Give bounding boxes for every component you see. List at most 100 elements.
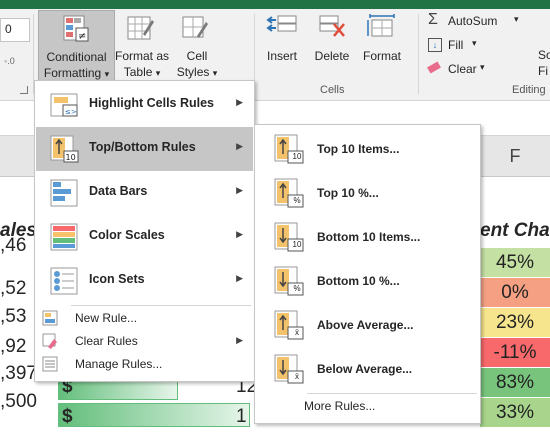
clear-rules-icon bbox=[42, 333, 57, 349]
clear-label: Clear bbox=[448, 62, 477, 76]
autosum-label: AutoSum bbox=[448, 14, 498, 28]
eraser-icon bbox=[427, 61, 441, 74]
submenu-arrow-icon: ▶ bbox=[236, 273, 243, 283]
cell-styles-icon bbox=[182, 16, 208, 38]
insert-button[interactable]: Insert bbox=[262, 12, 302, 72]
chevron-down-icon: ▾ bbox=[472, 38, 477, 48]
rule-badge: x̄ bbox=[295, 372, 299, 381]
top-bottom-rules-submenu: More Rules... 10 Top 10 Items...% Top 10 %… bbox=[254, 124, 481, 424]
highlight-cells-rules-icon: ≤> bbox=[50, 93, 78, 117]
svg-text:10: 10 bbox=[66, 153, 76, 162]
more-rules-label: More Rules... bbox=[304, 399, 376, 413]
rule-badge: % bbox=[293, 196, 301, 205]
submenu-arrow-icon: ▶ bbox=[236, 185, 243, 195]
data-bars-icon bbox=[50, 179, 78, 207]
manage-rules-icon bbox=[42, 356, 58, 372]
format-button[interactable]: Format bbox=[360, 12, 404, 72]
menu-item-label: New Rule... bbox=[75, 311, 138, 325]
menu-item-label: Data Bars bbox=[89, 184, 148, 198]
delete-button[interactable]: Delete bbox=[310, 12, 354, 72]
find-label-partial: Fi bbox=[538, 64, 548, 78]
menu-item-new-rule[interactable]: New Rule... bbox=[36, 307, 253, 329]
new-rule-icon bbox=[42, 310, 58, 326]
currency-cell[interactable]: $ bbox=[62, 395, 73, 438]
menu-item-top-bottom-rules[interactable]: 10 Top/Bottom Rules ▶ bbox=[36, 127, 253, 171]
chevron-down-icon: ▾ bbox=[212, 68, 218, 78]
chevron-down-icon: ▾ bbox=[155, 68, 161, 78]
percent-change-cell[interactable]: 45% bbox=[480, 248, 550, 278]
submenu-more-rules[interactable]: More Rules... bbox=[256, 395, 479, 419]
submenu-item-label: Top 10 %... bbox=[317, 186, 379, 200]
percent-change-cell[interactable]: 23% bbox=[480, 308, 550, 338]
menu-item-color-scales[interactable]: Color Scales ▶ bbox=[36, 215, 253, 259]
number-format-box[interactable]: 0 bbox=[0, 18, 30, 42]
editing-group-label: Editing bbox=[512, 84, 546, 96]
percent-change-cell[interactable]: 33% bbox=[480, 398, 550, 428]
submenu-item[interactable]: % Bottom 10 %... bbox=[256, 259, 479, 303]
submenu-item[interactable]: 10 Top 10 Items... bbox=[256, 127, 479, 171]
rule-badge: x̄ bbox=[295, 328, 299, 337]
menu-item-highlight-cells-rules[interactable]: ≤> Highlight Cells Rules ▶ bbox=[36, 83, 253, 127]
cell-styles-label-2: Styles bbox=[176, 65, 210, 79]
format-cells-icon bbox=[367, 14, 395, 37]
menu-item-label: Clear Rules bbox=[75, 334, 138, 348]
amount-cell[interactable]: 1 bbox=[236, 395, 247, 438]
menu-item-manage-rules[interactable]: Manage Rules... bbox=[36, 353, 253, 375]
submenu-item-label: Above Average... bbox=[317, 318, 414, 332]
menu-divider bbox=[71, 305, 251, 306]
submenu-divider bbox=[307, 393, 477, 394]
column-header-f[interactable]: F bbox=[480, 146, 550, 167]
autosum-button[interactable]: Σ AutoSum ▾ bbox=[428, 11, 528, 32]
rule-badge: 10 bbox=[292, 240, 302, 249]
submenu-item[interactable]: 10 Bottom 10 Items... bbox=[256, 215, 479, 259]
fill-down-icon: ↓ bbox=[428, 38, 442, 52]
insert-label: Insert bbox=[266, 49, 297, 63]
fill-label: Fill bbox=[448, 38, 464, 52]
conditional-formatting-icon: ≠ bbox=[63, 15, 89, 42]
submenu-item-label: Top 10 Items... bbox=[317, 142, 400, 156]
format-label: Format bbox=[362, 49, 401, 63]
menu-item-label: Highlight Cells Rules bbox=[89, 96, 215, 110]
submenu-arrow-icon: ▶ bbox=[236, 97, 243, 107]
delete-label: Delete bbox=[314, 49, 350, 63]
submenu-item-label: Bottom 10 %... bbox=[317, 274, 400, 288]
sales-value-cell[interactable]: ,46 bbox=[0, 224, 26, 267]
menu-item-label: Icon Sets bbox=[89, 272, 145, 286]
conditional-formatting-button[interactable]: ≠ Conditional Formatting ▾ bbox=[38, 10, 115, 82]
menu-item-icon-sets[interactable]: Icon Sets ▶ bbox=[36, 259, 253, 303]
dialog-launcher-icon[interactable] bbox=[20, 86, 28, 94]
number-small-icon[interactable]: ◦.0 bbox=[4, 56, 15, 66]
chevron-down-icon: ▾ bbox=[104, 69, 110, 79]
percent-change-cell[interactable]: 0% bbox=[480, 278, 550, 308]
title-bar-strip bbox=[0, 0, 550, 9]
format-as-table-icon bbox=[127, 16, 154, 40]
submenu-item[interactable]: % Top 10 %... bbox=[256, 171, 479, 215]
submenu-item[interactable]: x̄ Above Average... bbox=[256, 303, 479, 347]
chevron-down-icon: ▾ bbox=[480, 62, 485, 72]
submenu-arrow-icon: ▶ bbox=[236, 141, 243, 151]
menu-item-data-bars[interactable]: Data Bars ▶ bbox=[36, 171, 253, 215]
menu-item-label: Color Scales bbox=[89, 228, 165, 242]
menu-item-label: Manage Rules... bbox=[75, 357, 163, 371]
icon-sets-icon bbox=[50, 267, 78, 295]
menu-item-clear-rules[interactable]: Clear Rules ▶ bbox=[36, 330, 253, 352]
separator bbox=[418, 14, 419, 94]
sort-label-partial: So bbox=[538, 48, 550, 62]
cells-group-label: Cells bbox=[320, 84, 345, 96]
color-scales-icon bbox=[50, 223, 78, 251]
submenu-item-label: Bottom 10 Items... bbox=[317, 230, 421, 244]
format-as-table-label-2: Table bbox=[123, 65, 153, 79]
svg-text:≤>: ≤> bbox=[65, 108, 77, 116]
svg-text:≠: ≠ bbox=[78, 31, 86, 42]
cell-styles-button[interactable]: Cell Styles ▾ bbox=[172, 10, 222, 80]
clear-button[interactable]: Clear ▾ bbox=[427, 60, 498, 80]
sales-value-cell[interactable]: ,500 bbox=[0, 380, 37, 423]
sort-filter-button[interactable]: So Fi bbox=[538, 12, 550, 78]
percent-change-cell[interactable]: 83% bbox=[480, 368, 550, 398]
percent-change-cell[interactable]: -11% bbox=[480, 338, 550, 368]
submenu-item[interactable]: x̄ Below Average... bbox=[256, 347, 479, 391]
header-cell-change[interactable]: ent Cha bbox=[480, 216, 550, 246]
submenu-arrow-icon: ▶ bbox=[236, 229, 243, 239]
format-as-table-button[interactable]: Format as Table ▾ bbox=[114, 10, 170, 80]
fill-button[interactable]: ↓ Fill ▾ bbox=[428, 36, 488, 56]
